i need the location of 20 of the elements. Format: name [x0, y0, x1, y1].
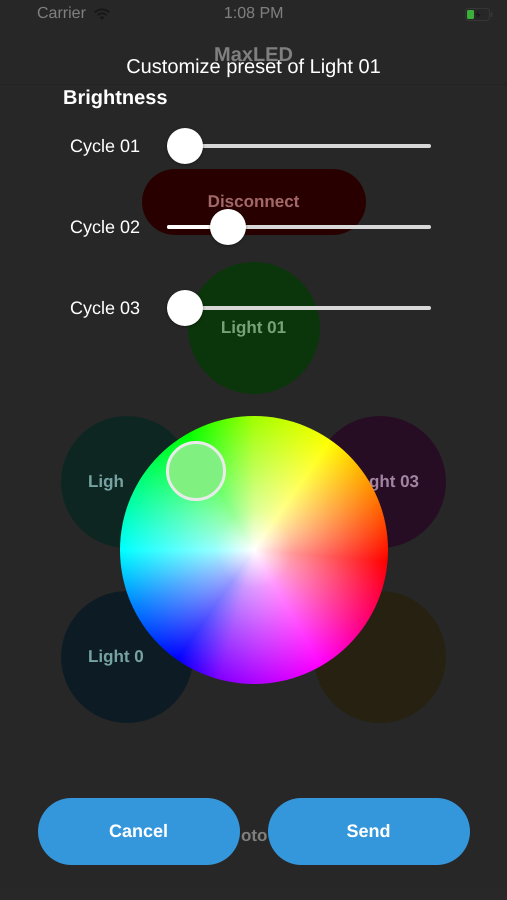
- slider-label: Cycle 01: [70, 136, 142, 156]
- brightness-slider[interactable]: [167, 209, 431, 245]
- slider-thumb[interactable]: [167, 128, 203, 164]
- status-time: 1:08 PM: [224, 5, 284, 23]
- disconnect-button[interactable]: Disconnect: [142, 169, 366, 235]
- slider-label: Cycle 02: [70, 216, 142, 238]
- slider-thumb[interactable]: [167, 290, 203, 326]
- section-heading: Brightness: [63, 87, 168, 110]
- send-button[interactable]: Send: [268, 798, 470, 865]
- tab-label: oto: [241, 826, 268, 845]
- light-label: ght 03: [368, 472, 419, 492]
- battery-icon: [465, 8, 493, 20]
- light-label: Ligh: [88, 472, 124, 492]
- carrier-label: Carrier: [37, 5, 86, 23]
- slider-label: Cycle 03: [70, 298, 142, 318]
- color-picker-handle[interactable]: [166, 441, 226, 501]
- light-label: Light 0: [88, 647, 144, 667]
- brightness-slider[interactable]: [167, 128, 431, 164]
- light-circle[interactable]: Light 01: [188, 262, 320, 394]
- cancel-button[interactable]: Cancel: [38, 798, 240, 865]
